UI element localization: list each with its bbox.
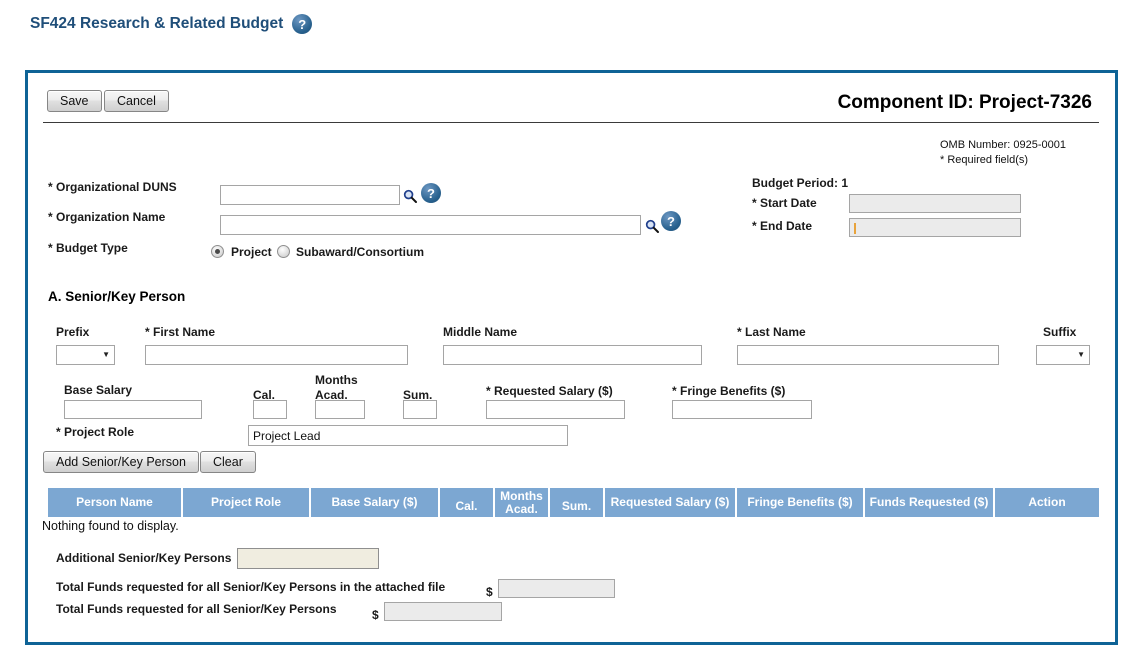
page-title-text: SF424 Research & Related Budget xyxy=(30,15,284,32)
radio-label-subaward[interactable]: Subaward/Consortium xyxy=(296,245,424,259)
omb-number: OMB Number: 0925-0001 xyxy=(940,139,1066,151)
prefix-label: Prefix xyxy=(56,325,90,339)
column-header-action: Action xyxy=(995,488,1099,517)
requested-salary-input[interactable] xyxy=(486,400,625,419)
component-id: Component ID: Project-7326 xyxy=(837,92,1092,113)
additional-persons-label: Additional Senior/Key Persons xyxy=(56,551,232,565)
all-persons-total-label: Total Funds requested for all Senior/Key… xyxy=(56,602,337,616)
prefix-select[interactable]: ▼ xyxy=(56,345,115,365)
sum-months-input[interactable] xyxy=(403,400,437,419)
budget-period-label: Budget Period: 1 xyxy=(752,176,849,190)
column-header-base-salary: Base Salary ($) xyxy=(311,488,438,517)
middle-name-input[interactable] xyxy=(443,345,702,365)
acad-months-input[interactable] xyxy=(315,400,365,419)
first-name-label: * First Name xyxy=(145,325,216,339)
help-icon[interactable]: ? xyxy=(292,14,313,34)
org-name-label: * Organization Name xyxy=(48,210,166,224)
first-name-input[interactable] xyxy=(145,345,408,365)
chevron-down-icon: ▼ xyxy=(102,350,110,359)
page-title: SF424 Research & Related Budget ? xyxy=(30,14,313,34)
end-date-input[interactable] xyxy=(849,218,1021,237)
save-button[interactable]: Save xyxy=(47,90,102,112)
start-date-label: * Start Date xyxy=(752,196,817,210)
start-date-input[interactable] xyxy=(849,194,1021,213)
help-icon[interactable]: ? xyxy=(421,183,441,203)
search-icon[interactable] xyxy=(645,219,660,234)
suffix-label: Suffix xyxy=(1043,325,1077,339)
column-header-person-name: Person Name xyxy=(48,488,181,517)
project-role-label: * Project Role xyxy=(56,425,135,439)
months-label: Months xyxy=(315,373,358,387)
requested-salary-label: * Requested Salary ($) xyxy=(486,384,613,398)
column-header-sum: Sum. xyxy=(550,488,603,517)
currency-symbol: $ xyxy=(486,585,493,599)
radio-budget-type-project[interactable] xyxy=(211,245,224,258)
column-header-requested-salary: Requested Salary ($) xyxy=(605,488,735,517)
attached-file-total-input[interactable] xyxy=(498,579,615,598)
middle-name-label: Middle Name xyxy=(443,325,518,339)
base-salary-input[interactable] xyxy=(64,400,202,419)
fringe-benefits-label: * Fringe Benefits ($) xyxy=(672,384,786,398)
cancel-button[interactable]: Cancel xyxy=(104,90,169,112)
column-header-funds-requested: Funds Requested ($) xyxy=(865,488,993,517)
last-name-input[interactable] xyxy=(737,345,999,365)
budget-type-label: * Budget Type xyxy=(48,241,128,255)
last-name-label: * Last Name xyxy=(737,325,806,339)
persons-table-header: Person Name Project Role Base Salary ($)… xyxy=(48,488,1099,517)
column-header-cal: Cal. xyxy=(440,488,493,517)
text-cursor xyxy=(854,223,856,234)
table-empty-message: Nothing found to display. xyxy=(42,519,179,533)
suffix-select[interactable]: ▼ xyxy=(1036,345,1090,365)
cal-months-input[interactable] xyxy=(253,400,287,419)
currency-symbol: $ xyxy=(372,608,379,622)
search-icon[interactable] xyxy=(403,189,418,204)
attached-file-total-label: Total Funds requested for all Senior/Key… xyxy=(56,580,446,594)
chevron-down-icon: ▼ xyxy=(1077,350,1085,359)
base-salary-label: Base Salary xyxy=(64,383,133,397)
radio-budget-type-subaward[interactable] xyxy=(277,245,290,258)
column-header-months-acad: Months Acad. xyxy=(495,488,548,517)
all-persons-total-input[interactable] xyxy=(384,602,502,621)
clear-button[interactable]: Clear xyxy=(200,451,256,473)
duns-input[interactable] xyxy=(220,185,400,205)
section-a-heading: A. Senior/Key Person xyxy=(48,289,186,304)
required-fields-note: * Required field(s) xyxy=(940,154,1029,166)
additional-persons-input[interactable] xyxy=(237,548,379,569)
help-icon[interactable]: ? xyxy=(661,211,681,231)
project-role-input[interactable] xyxy=(248,425,568,446)
header-divider xyxy=(43,122,1099,123)
radio-label-project[interactable]: Project xyxy=(231,245,272,259)
duns-label: * Organizational DUNS xyxy=(48,180,177,194)
sf424-budget-page: SF424 Research & Related Budget ? Save C… xyxy=(0,0,1144,652)
end-date-label: * End Date xyxy=(752,219,813,233)
column-header-project-role: Project Role xyxy=(183,488,309,517)
add-senior-key-person-button[interactable]: Add Senior/Key Person xyxy=(43,451,199,473)
column-header-fringe-benefits: Fringe Benefits ($) xyxy=(737,488,863,517)
org-name-input[interactable] xyxy=(220,215,641,235)
fringe-benefits-input[interactable] xyxy=(672,400,812,419)
